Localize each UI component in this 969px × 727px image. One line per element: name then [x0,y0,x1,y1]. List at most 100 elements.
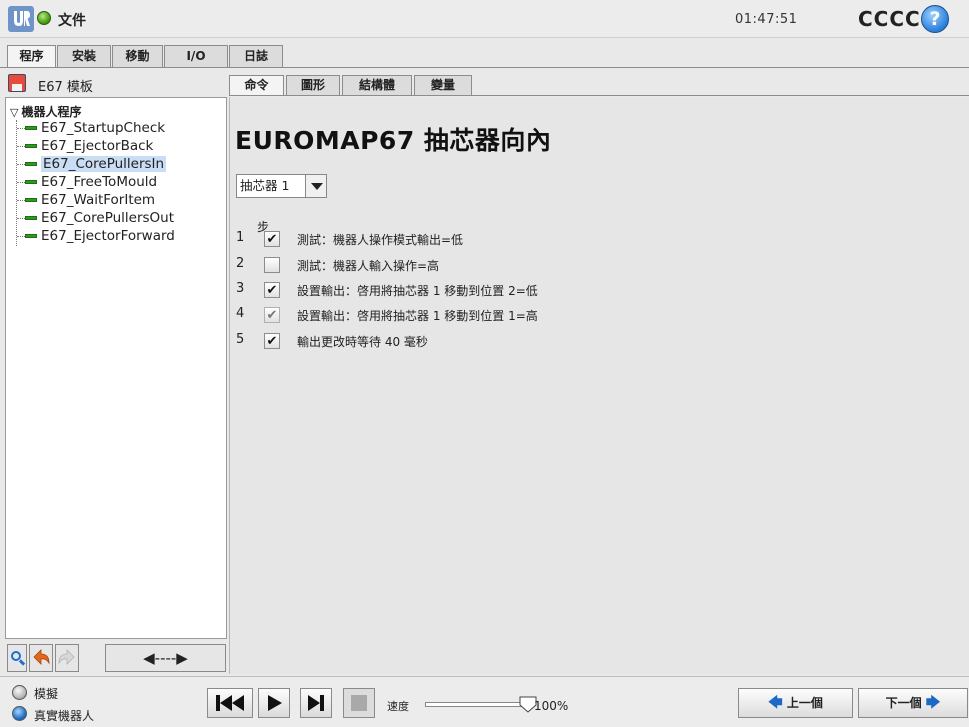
step-checkbox[interactable] [264,257,280,273]
tree-item[interactable]: E67_WaitForItem [17,191,155,209]
play-button[interactable] [258,688,290,718]
step-checkbox[interactable]: ✔ [264,333,280,349]
step-row: 3 ✔ 設置輸出：啓用將抽芯器 1 移動到位置 2=低 [236,279,736,299]
tree-connector [17,235,25,237]
speed-label: 速度 [387,700,409,713]
template-header: E67 模板 [5,70,229,96]
file-menu[interactable]: 文件 [58,10,86,30]
tab-move[interactable]: 移動 [112,45,163,67]
tab-graphics[interactable]: 圖形 [286,75,340,96]
tree-root-label: 機器人程序 [21,105,82,119]
tree-item-label: E67_EjectorForward [41,228,175,244]
step-checkbox[interactable]: ✔ [264,282,280,298]
previous-button-label: 上一個 [786,696,823,710]
tree-connector [17,127,25,129]
step-text: 輸出更改時等待 40 毫秒 [297,335,428,349]
tab-structure[interactable]: 結構體 [342,75,412,96]
subprogram-icon [25,126,37,130]
clock: 01:47:51 [735,12,798,27]
step-row: 5 ✔ 輸出更改時等待 40 毫秒 [236,330,736,350]
stop-icon [351,695,367,711]
tree-item-label: E67_CorePullersIn [41,156,167,172]
step-number: 1 [236,230,245,245]
tree-item-label: E67_EjectorBack [41,138,154,154]
tab-io[interactable]: I/O [164,45,228,67]
step-checkbox[interactable]: ✔ [264,307,280,323]
bottom-bar: 模擬 真實機器人 速度 100% 🡄 上一個 下一個 🡆 [0,676,969,727]
real-robot-radio[interactable] [12,706,27,721]
tree-connector [17,199,25,201]
real-robot-label: 真實機器人 [34,709,95,723]
tree-item[interactable]: E67_CorePullersIn [17,155,167,173]
step-number: 3 [236,281,245,296]
step-button[interactable] [300,688,332,718]
subprogram-icon [25,234,37,238]
template-title: E67 模板 [38,80,93,95]
tab-command[interactable]: 命令 [229,75,284,96]
step-row: 2 測試：機器人輸入操作=高 [236,254,736,274]
step-row: 1 ✔ 測試：機器人操作模式輸出=低 [236,228,736,248]
step-row: 4 ✔ 設置輸出：啓用將抽芯器 1 移動到位置 1=高 [236,304,736,324]
tree-toolbar: ◀----▶ [5,643,229,673]
command-panel [229,97,969,674]
rewind-icon [216,695,244,711]
tree-connector [17,181,25,183]
tree-root[interactable]: ▽ 機器人程序 [10,103,81,120]
tab-installation[interactable]: 安裝 [57,45,111,67]
previous-button[interactable]: 🡄 上一個 [738,688,853,718]
ur-logo-icon [8,6,34,32]
status-indicator-icon [37,11,51,25]
tree-item[interactable]: E67_EjectorForward [17,227,175,245]
tree-item-label: E67_CorePullersOut [41,210,175,226]
speed-value: 100% [534,699,569,713]
core-puller-select-value: 抽芯器 1 [240,178,290,193]
arrow-right-icon: 🡆 [925,695,941,711]
step-forward-icon [308,695,324,711]
next-button[interactable]: 下一個 🡆 [858,688,968,718]
stop-button[interactable] [343,688,375,718]
arrow-left-icon: 🡄 [768,695,783,711]
page-title: EUROMAP67 抽芯器向內 [235,126,552,155]
tab-log[interactable]: 日誌 [229,45,283,67]
rewind-button[interactable] [207,688,253,718]
tree-item[interactable]: E67_CorePullersOut [17,209,174,227]
undo-button[interactable] [29,644,53,672]
expand-triangle-icon[interactable]: ▽ [10,106,18,119]
tree-item-label: E67_WaitForItem [41,192,156,208]
subprogram-icon [25,216,37,220]
search-button[interactable] [7,644,27,672]
help-icon[interactable]: ? [921,5,949,33]
move-node-button[interactable]: ◀----▶ [105,644,226,672]
next-button-label: 下一個 [885,696,922,710]
save-icon[interactable] [8,74,26,92]
tree-item[interactable]: E67_FreeToMould [17,173,157,191]
tree-item[interactable]: E67_StartupCheck [17,119,165,137]
subprogram-icon [25,144,37,148]
redo-button[interactable] [55,644,79,672]
top-bar: 文件 01:47:51 CCCC ? [0,0,969,38]
step-number: 5 [236,332,245,347]
step-text: 測試：機器人輸入操作=高 [297,259,440,273]
step-text: 設置輸出：啓用將抽芯器 1 移動到位置 1=高 [297,309,538,323]
robot-name: CCCC [858,7,921,31]
chevron-down-icon[interactable] [305,175,326,197]
tree-connector [17,145,25,147]
subtabs-divider [229,95,969,96]
subprogram-icon [25,162,37,166]
core-puller-select[interactable]: 抽芯器 1 [236,174,327,198]
subprogram-icon [25,198,37,202]
program-tree[interactable]: ▽ 機器人程序 E67_StartupCheck E67_EjectorBack … [5,97,227,639]
step-number: 4 [236,306,245,321]
tree-item[interactable]: E67_EjectorBack [17,137,153,155]
speed-slider[interactable] [425,702,530,707]
tab-variables[interactable]: 變量 [414,75,472,96]
undo-icon [33,649,50,665]
tree-item-label: E67_StartupCheck [41,120,166,136]
subprogram-icon [25,180,37,184]
program-tree-panel: E67 模板 ▽ 機器人程序 E67_StartupCheck E67_Eject… [5,70,229,674]
tab-program[interactable]: 程序 [7,45,56,68]
play-icon [268,695,282,711]
step-checkbox[interactable]: ✔ [264,231,280,247]
search-icon-handle [18,659,26,666]
simulation-radio[interactable] [12,685,27,700]
